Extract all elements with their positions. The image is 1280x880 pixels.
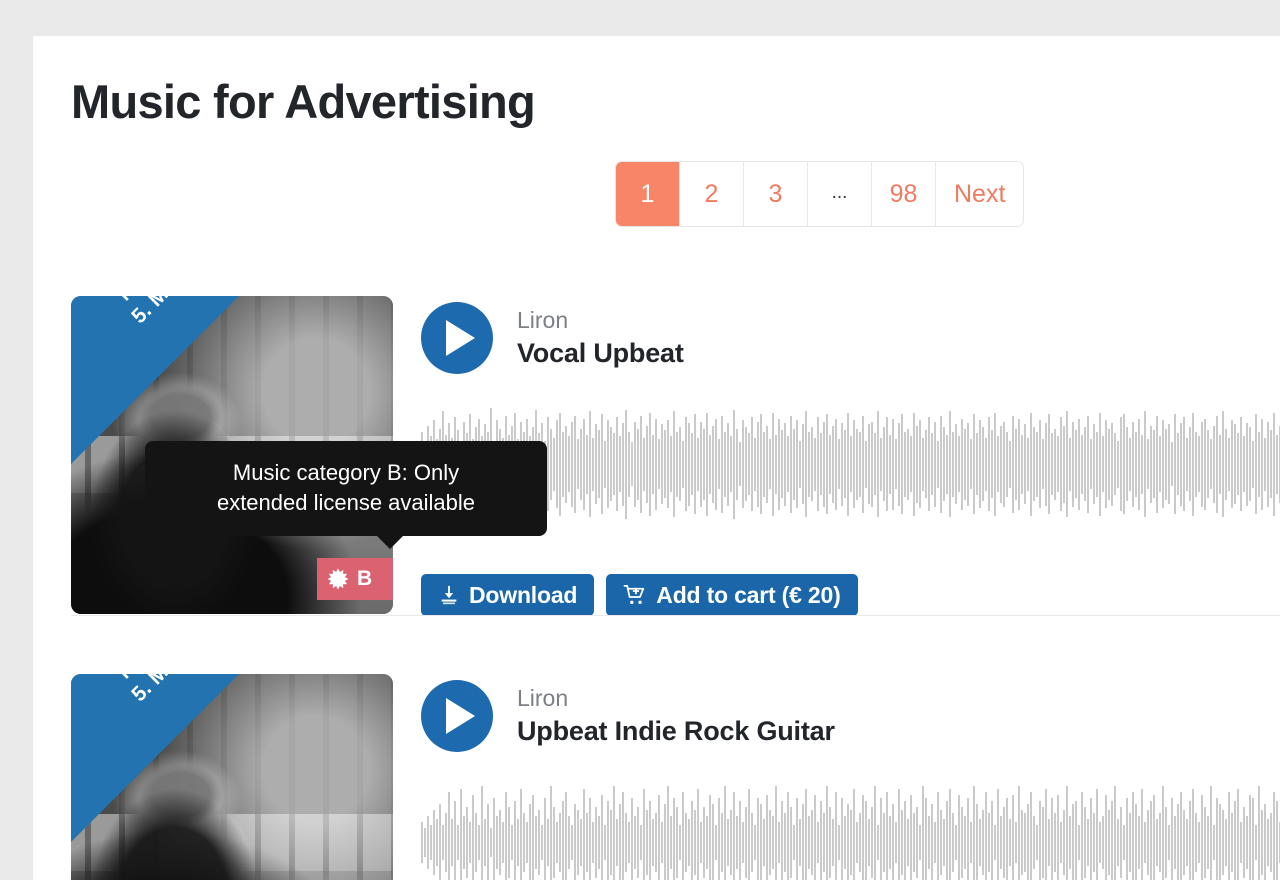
new-ribbon xyxy=(71,674,239,842)
pagination[interactable]: 1 2 3... 98 Next xyxy=(616,162,1024,226)
add-to-cart-button-label: Add to cart (€ 20) xyxy=(656,581,841,608)
category-badge-letter: B xyxy=(357,567,373,590)
new-ribbon xyxy=(71,296,239,464)
track-row: NEW5. MarB LironUpbeat Indie Rock Guitar xyxy=(33,638,1280,880)
row-divider xyxy=(71,615,1280,616)
track-artwork[interactable]: NEW5. MarB xyxy=(71,674,393,880)
track-details: Liron Upbeat Indie Rock Guitar xyxy=(421,674,1280,880)
track-meta: Liron Vocal Upbeat xyxy=(517,306,684,371)
tooltip-line-2: extended license available xyxy=(216,489,476,515)
track-actions: Download Add to cart (€ 20) xyxy=(421,574,858,616)
page-3[interactable]: 3 xyxy=(744,162,808,226)
track-title[interactable]: Upbeat Indie Rock Guitar xyxy=(517,715,835,749)
play-button[interactable] xyxy=(421,302,493,374)
page-1[interactable]: 1 xyxy=(616,162,680,226)
track-artist[interactable]: Liron xyxy=(517,684,835,713)
play-button[interactable] xyxy=(421,680,493,752)
track-header: Liron Upbeat Indie Rock Guitar xyxy=(421,680,835,752)
cart-plus-icon xyxy=(623,584,647,606)
waveform[interactable] xyxy=(421,782,1280,880)
tooltip-arrow xyxy=(376,535,404,550)
download-icon xyxy=(438,584,460,606)
content-card: Music for Advertising 123...98Next NEW5.… xyxy=(33,36,1280,880)
tooltip-line-1: Music category B: Only xyxy=(232,460,460,485)
page-ellipsis[interactable]: ... xyxy=(808,162,872,226)
page-2[interactable]: 2 xyxy=(680,162,744,226)
waveform[interactable] xyxy=(421,404,1280,524)
page-title: Music for Advertising xyxy=(71,75,536,128)
track-title[interactable]: Vocal Upbeat xyxy=(517,337,684,371)
track-meta: Liron Upbeat Indie Rock Guitar xyxy=(517,684,835,749)
certificate-star-icon xyxy=(327,568,349,590)
download-button-label: Download xyxy=(469,581,578,608)
category-tooltip: Music category B: Only extended license a… xyxy=(145,441,547,550)
track-details: Liron Vocal Upbeat Download Add to cart (€ … xyxy=(421,296,1280,616)
track-artist[interactable]: Liron xyxy=(517,306,684,335)
track-row: NEW5. MarBLironVocal UpbeatDownloadAdd t… xyxy=(33,260,1280,618)
page-next[interactable]: Next xyxy=(936,162,1024,226)
play-icon xyxy=(446,698,475,734)
track-header: Liron Vocal Upbeat xyxy=(421,302,684,374)
add-to-cart-button[interactable]: Add to cart (€ 20) xyxy=(606,574,858,616)
category-badge[interactable]: B xyxy=(317,558,393,600)
play-icon xyxy=(446,320,475,356)
page-98[interactable]: 98 xyxy=(872,162,936,226)
download-button[interactable]: Download xyxy=(421,574,595,616)
